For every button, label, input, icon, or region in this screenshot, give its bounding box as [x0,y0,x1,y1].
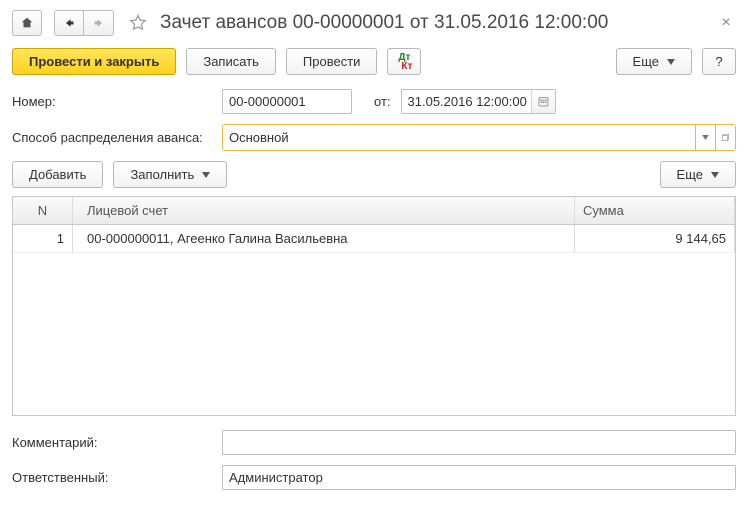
comment-input[interactable] [222,430,736,455]
more-button-label: Еще [633,54,659,69]
method-input[interactable] [223,125,695,150]
close-icon: × [721,14,730,31]
table-more-button[interactable]: Еще [660,161,736,188]
fill-button[interactable]: Заполнить [113,161,227,188]
favorite-button[interactable] [124,10,152,36]
method-select[interactable] [222,124,736,151]
date-picker-button[interactable] [531,90,555,113]
post-and-close-button[interactable]: Провести и закрыть [12,48,176,75]
dtkt-icon: ДтКт [396,53,412,71]
home-button[interactable] [12,10,42,36]
table-row[interactable]: 1 00-000000011, Агеенко Галина Васильевн… [13,225,735,253]
caret-down-icon [702,135,709,140]
comment-label: Комментарий: [12,435,222,450]
document-title: Зачет авансов 00-00000001 от 31.05.2016 … [160,12,710,34]
post-button[interactable]: Провести [286,48,378,75]
cell-sum: 9 144,65 [575,225,735,252]
cell-n: 1 [13,225,73,252]
responsible-input[interactable] [222,465,736,490]
method-open-button[interactable] [715,125,735,150]
dtkt-button[interactable]: ДтКт [387,48,421,75]
col-header-sum[interactable]: Сумма [575,197,735,224]
back-button[interactable] [54,10,84,36]
caret-down-icon [667,59,675,65]
method-label: Способ распределения аванса: [12,130,222,145]
number-label: Номер: [12,94,222,109]
open-icon [722,132,729,143]
fill-button-label: Заполнить [130,167,194,182]
responsible-label: Ответственный: [12,470,222,485]
from-label: от: [374,94,391,109]
table-more-button-label: Еще [677,167,703,182]
accounts-table: N Лицевой счет Сумма 1 00-000000011, Аге… [12,196,736,416]
home-icon [20,16,34,30]
cell-acc: 00-000000011, Агеенко Галина Васильевна [73,225,575,252]
add-button[interactable]: Добавить [12,161,103,188]
arrow-left-icon [62,17,76,29]
col-header-n[interactable]: N [13,197,73,224]
star-icon [128,13,148,33]
method-dropdown-button[interactable] [695,125,715,150]
caret-down-icon [711,172,719,178]
forward-button[interactable] [84,10,114,36]
col-header-acc[interactable]: Лицевой счет [73,197,575,224]
number-input[interactable] [222,89,352,114]
table-header: N Лицевой счет Сумма [13,197,735,225]
arrow-right-icon [92,17,106,29]
help-button[interactable]: ? [702,48,736,75]
more-button[interactable]: Еще [616,48,692,75]
caret-down-icon [202,172,210,178]
close-button[interactable]: × [716,13,736,33]
calendar-icon [538,95,549,108]
save-button[interactable]: Записать [186,48,276,75]
